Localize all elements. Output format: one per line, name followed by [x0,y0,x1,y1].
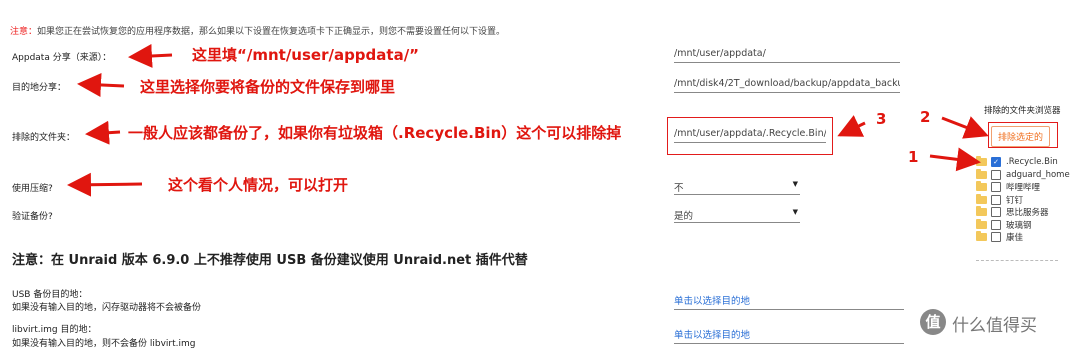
arrow-2 [941,116,989,139]
annotation-appdata: 这里填“/mnt/user/appdata/” [192,46,420,64]
annotation-destination: 这里选择你要将备份的文件保存到哪里 [140,78,396,96]
annotation-number-2: 2 [920,108,931,126]
annotation-excluded: 一般人应该都备份了，如果你有垃圾箱（.Recycle.Bin）这个可以排除掉 [128,124,622,142]
arrow-1 [929,147,981,172]
arrow-3 [837,115,866,137]
arrow-excluded [85,120,121,145]
watermark-logo-icon: 值 [920,309,946,335]
watermark-text: 什么值得买 [952,316,1037,336]
arrow-appdata [128,43,173,68]
annotation-number-1: 1 [908,148,919,166]
annotation-arrows [67,43,989,197]
arrow-compress [67,172,143,197]
annotation-compression: 这个看个人情况，可以打开 [168,176,349,194]
arrow-dest [77,72,125,97]
annotation-number-3: 3 [876,110,887,128]
